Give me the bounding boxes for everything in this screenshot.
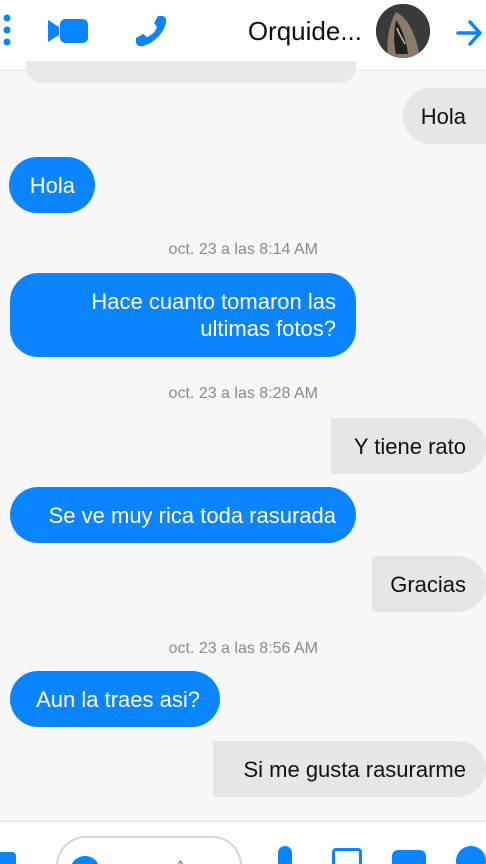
video-camera-icon[interactable]: [46, 14, 90, 48]
message-text: Si me gusta rasurarme: [243, 756, 466, 782]
camera-icon[interactable]: [392, 850, 426, 864]
avatar[interactable]: [376, 4, 430, 58]
messenger-screen: Orquide... Hola Hola oct. 23 a las 8:14 …: [0, 0, 486, 864]
more-vertical-icon[interactable]: [0, 10, 14, 50]
timestamp: oct. 23 a las 8:56 AM: [168, 640, 318, 657]
previous-message-bubble: [26, 61, 356, 83]
message-text: Hola: [29, 172, 75, 198]
composer-bar: Aa: [0, 821, 486, 864]
message-text: Hace cuanto tomaron las ultimas fotos?: [91, 289, 336, 341]
like-icon[interactable]: [0, 852, 16, 864]
message-incoming[interactable]: Si me gusta rasurarme: [213, 741, 486, 797]
message-text: Se ve muy rica toda rasurada: [48, 502, 336, 528]
message-outgoing[interactable]: Aun la traes asi?: [10, 671, 220, 727]
contact-name[interactable]: Orquide...: [248, 16, 362, 47]
message-outgoing[interactable]: Se ve muy rica toda rasurada: [10, 487, 356, 543]
message-text: Hola: [420, 103, 466, 129]
microphone-icon[interactable]: [278, 846, 292, 864]
timestamp: oct. 23 a las 8:28 AM: [168, 385, 318, 402]
message-outgoing[interactable]: Hace cuanto tomaron las ultimas fotos?: [10, 273, 356, 357]
message-incoming[interactable]: Y tiene rato: [331, 418, 486, 474]
input-placeholder: Aa: [173, 856, 200, 864]
back-arrow-icon[interactable]: [454, 13, 484, 53]
message-text: Gracias: [390, 571, 466, 597]
message-incoming[interactable]: Gracias: [372, 556, 486, 612]
gallery-icon[interactable]: [332, 848, 362, 864]
plus-icon[interactable]: [456, 846, 486, 864]
message-outgoing[interactable]: Hola: [9, 157, 95, 213]
timestamp: oct. 23 a las 8:14 AM: [168, 241, 318, 258]
message-text: Y tiene rato: [353, 433, 466, 459]
message-thread[interactable]: Hola Hola oct. 23 a las 8:14 AM Hace cua…: [0, 61, 486, 821]
phone-icon[interactable]: [132, 12, 170, 50]
message-text: Aun la traes asi?: [36, 686, 200, 712]
message-incoming[interactable]: Hola: [403, 88, 486, 144]
